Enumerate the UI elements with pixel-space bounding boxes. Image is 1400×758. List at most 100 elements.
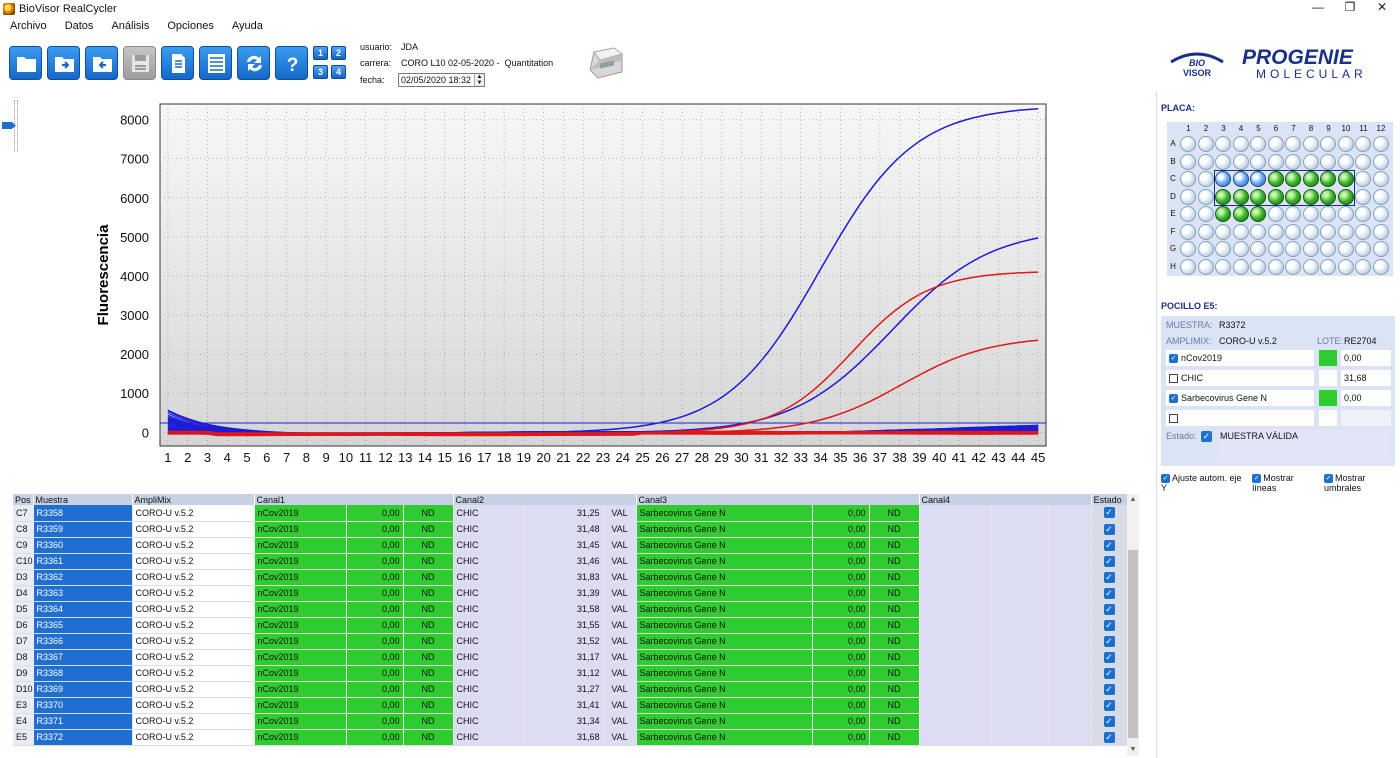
show-lines-option[interactable]: ✓ Mostrar líneas — [1252, 473, 1316, 493]
fecha-field[interactable]: 02/05/2020 18:32 ▲ ▼ — [398, 73, 485, 87]
plate-well[interactable] — [1215, 136, 1231, 152]
export-button[interactable] — [85, 46, 118, 80]
cell-canal2-result[interactable]: VAL — [603, 553, 637, 570]
cell-amplimix[interactable]: CORO-U v.5.2 — [132, 729, 255, 746]
cell-canal4-result[interactable] — [1048, 521, 1092, 538]
table-row[interactable]: E3 R3370 CORO-U v.5.2 nCov2019 0,00 ND CHIC 31,… — [13, 697, 1128, 714]
report-button[interactable] — [161, 46, 194, 80]
cell-canal3-value[interactable]: 0,00 — [812, 585, 870, 602]
estado-checkbox[interactable]: ✓ — [1103, 651, 1115, 663]
cell-canal2-target[interactable]: CHIC — [453, 569, 524, 586]
help-button[interactable]: ? — [275, 46, 308, 80]
cell-canal2-value[interactable]: 31,25 — [523, 505, 604, 522]
channel-1-checkbox[interactable]: ✓ — [1169, 354, 1178, 364]
cell-canal2-target[interactable]: CHIC — [453, 537, 524, 554]
cell-pos[interactable]: C10 — [13, 553, 34, 570]
plate-well[interactable] — [1250, 136, 1266, 152]
cell-canal4-result[interactable] — [1048, 569, 1092, 586]
plate-well[interactable] — [1215, 223, 1231, 240]
menu-opciones[interactable]: Opciones — [157, 20, 221, 32]
cell-canal2-target[interactable]: CHIC — [453, 649, 524, 666]
cell-canal1-value[interactable]: 0,00 — [346, 649, 404, 666]
cell-canal2-result[interactable]: VAL — [603, 697, 637, 714]
cell-canal4-target[interactable] — [919, 665, 992, 682]
open-button[interactable] — [9, 46, 42, 80]
cell-pos[interactable]: E5 — [13, 729, 34, 746]
cell-canal3-result[interactable]: ND — [869, 601, 920, 618]
plate-well[interactable] — [1302, 153, 1319, 170]
cell-canal4-value[interactable] — [991, 633, 1049, 650]
estado-checkbox[interactable]: ✓ — [1103, 635, 1115, 647]
plate-well[interactable] — [1180, 206, 1196, 222]
cell-canal2-result[interactable]: VAL — [603, 537, 637, 554]
cell-canal2-result[interactable]: VAL — [603, 617, 637, 634]
cell-muestra[interactable]: R3368 — [33, 665, 133, 682]
cell-canal4-value[interactable] — [991, 537, 1049, 554]
cell-canal1-target[interactable]: nCov2019 — [254, 665, 347, 682]
plate-well[interactable] — [1197, 223, 1214, 240]
cell-amplimix[interactable]: CORO-U v.5.2 — [132, 553, 255, 570]
cell-canal3-value[interactable]: 0,00 — [812, 505, 870, 522]
estado-checkbox[interactable]: ✓ — [1103, 523, 1115, 535]
plate-well[interactable] — [1215, 153, 1231, 170]
plate-well[interactable] — [1320, 153, 1336, 170]
table-row[interactable]: D9 R3368 CORO-U v.5.2 nCov2019 0,00 ND CHIC 31,… — [13, 665, 1128, 682]
channel-3-field[interactable]: ✓ Sarbecovirus Gene N — [1166, 390, 1314, 406]
estado-checkbox[interactable]: ✓ — [1103, 683, 1115, 695]
cell-amplimix[interactable]: CORO-U v.5.2 — [132, 665, 255, 682]
plate-well[interactable] — [1320, 206, 1336, 222]
plate-well[interactable] — [1355, 136, 1371, 152]
cell-canal4-value[interactable] — [991, 665, 1049, 682]
plate-well[interactable] — [1180, 188, 1196, 205]
plate-well[interactable] — [1267, 206, 1284, 222]
plate-well[interactable] — [1302, 206, 1319, 222]
cell-canal3-value[interactable]: 0,00 — [812, 633, 870, 650]
cell-canal4-target[interactable] — [919, 521, 992, 538]
cell-canal3-target[interactable]: Sarbecovirus Gene N — [636, 633, 813, 650]
plate-well[interactable] — [1197, 258, 1214, 275]
plate-well[interactable] — [1355, 258, 1371, 275]
scroll-thumb[interactable] — [1128, 550, 1138, 738]
cell-estado[interactable]: ✓ — [1091, 537, 1128, 554]
cell-canal1-target[interactable]: nCov2019 — [254, 601, 347, 618]
cell-canal3-value[interactable]: 0,00 — [812, 649, 870, 666]
cell-canal4-result[interactable] — [1048, 649, 1092, 666]
cell-estado[interactable]: ✓ — [1091, 521, 1128, 538]
cell-canal4-result[interactable] — [1048, 553, 1092, 570]
cell-canal1-target[interactable]: nCov2019 — [254, 585, 347, 602]
channel-2-field[interactable]: CHIC — [1166, 370, 1314, 386]
plate-well[interactable] — [1372, 223, 1389, 240]
plate-well[interactable] — [1180, 258, 1196, 275]
cell-muestra[interactable]: R3362 — [33, 569, 133, 586]
cell-canal4-target[interactable] — [919, 713, 992, 730]
cell-canal3-target[interactable]: Sarbecovirus Gene N — [636, 665, 813, 682]
cell-canal1-target[interactable]: nCov2019 — [254, 681, 347, 698]
plate-well[interactable] — [1250, 241, 1266, 257]
cell-canal2-value[interactable]: 31,83 — [523, 569, 604, 586]
cell-canal2-result[interactable]: VAL — [603, 729, 637, 746]
cell-amplimix[interactable]: CORO-U v.5.2 — [132, 569, 255, 586]
minimize-button[interactable]: — — [1300, 0, 1336, 17]
cell-canal1-target[interactable]: nCov2019 — [254, 633, 347, 650]
cell-canal1-value[interactable]: 0,00 — [346, 505, 404, 522]
cell-canal3-target[interactable]: Sarbecovirus Gene N — [636, 601, 813, 618]
cell-canal4-value[interactable] — [991, 713, 1049, 730]
plate-well[interactable] — [1337, 223, 1354, 240]
cell-canal3-target[interactable]: Sarbecovirus Gene N — [636, 537, 813, 554]
cell-estado[interactable]: ✓ — [1091, 729, 1128, 746]
plate-well[interactable] — [1355, 223, 1371, 240]
channel-2-checkbox[interactable] — [1169, 374, 1178, 384]
plate-well[interactable] — [1372, 188, 1389, 205]
cell-canal1-result[interactable]: ND — [403, 729, 454, 746]
plate-well[interactable] — [1355, 241, 1371, 257]
cell-canal1-value[interactable]: 0,00 — [346, 633, 404, 650]
cell-pos[interactable]: D9 — [13, 665, 34, 682]
cell-amplimix[interactable]: CORO-U v.5.2 — [132, 601, 255, 618]
cell-canal1-value[interactable]: 0,00 — [346, 697, 404, 714]
cell-canal4-value[interactable] — [991, 521, 1049, 538]
plate-well[interactable] — [1372, 171, 1389, 187]
auto-y-checkbox[interactable]: ✓ — [1161, 474, 1170, 484]
cell-canal2-value[interactable]: 31,46 — [523, 553, 604, 570]
menu-analisis[interactable]: Análisis — [101, 20, 157, 32]
plate-well[interactable] — [1372, 206, 1389, 222]
